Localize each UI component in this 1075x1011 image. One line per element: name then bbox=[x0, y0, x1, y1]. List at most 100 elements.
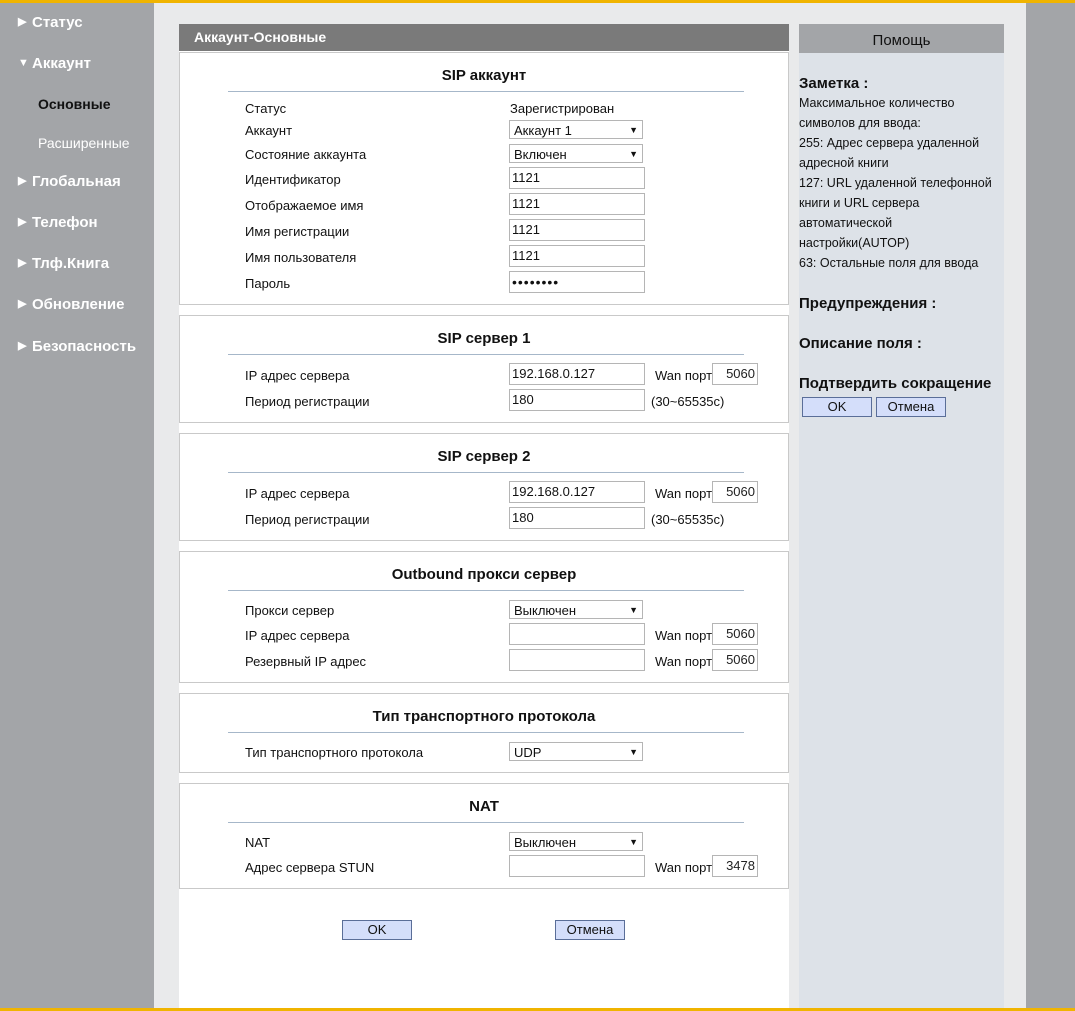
account-label: Аккаунт bbox=[245, 123, 293, 138]
server-ip-input[interactable]: 192.168.0.127 bbox=[509, 363, 645, 385]
register-period-label: Период регистрации bbox=[245, 512, 370, 527]
password-label: Пароль bbox=[245, 276, 291, 291]
sidebar-item-upgrade[interactable]: ▶ Обновление bbox=[18, 296, 124, 313]
sip-account-panel: SIP аккаунт Статус Зарегистрирован Аккау… bbox=[179, 52, 789, 305]
note-heading: Заметка : bbox=[799, 75, 869, 92]
divider bbox=[228, 91, 744, 92]
nat-label: NAT bbox=[245, 835, 271, 850]
sip-server-1-panel: SIP сервер 1 IP адрес сервера 192.168.0.… bbox=[179, 315, 789, 423]
wan-port-label: Wan порт bbox=[655, 486, 713, 501]
panel-title: SIP сервер 1 bbox=[437, 330, 531, 347]
triangle-right-icon: ▶ bbox=[18, 175, 27, 187]
wan-port-label: Wan порт bbox=[655, 860, 713, 875]
help-header: Помощь bbox=[799, 24, 1004, 53]
register-period-input[interactable]: 180 bbox=[509, 507, 645, 529]
sip-server-2-panel: SIP сервер 2 IP адрес сервера 192.168.0.… bbox=[179, 433, 789, 541]
divider bbox=[228, 590, 744, 591]
transport-type-select[interactable]: UDP ▼ bbox=[509, 742, 643, 761]
divider bbox=[228, 732, 744, 733]
warnings-heading: Предупреждения : bbox=[799, 295, 937, 312]
sidebar-item-account[interactable]: ▼ Аккаунт bbox=[18, 55, 91, 72]
divider bbox=[228, 822, 744, 823]
server-ip-label: IP адрес сервера bbox=[245, 368, 350, 383]
status-value: Зарегистрирован bbox=[510, 101, 615, 116]
range-hint: (30~65535c) bbox=[651, 512, 725, 527]
register-period-input[interactable]: 180 bbox=[509, 389, 645, 411]
help-title: Помощь bbox=[872, 32, 931, 49]
triangle-right-icon: ▶ bbox=[18, 216, 27, 228]
dropdown-arrow-icon: ▼ bbox=[629, 747, 638, 757]
sidebar-subitem-advanced[interactable]: Расширенные bbox=[38, 135, 130, 151]
register-name-label: Имя регистрации bbox=[245, 224, 350, 239]
panel-title: SIP сервер 2 bbox=[437, 448, 531, 465]
triangle-right-icon: ▶ bbox=[18, 298, 27, 310]
proxy-server-label: Прокси сервер bbox=[245, 603, 335, 618]
panel-title: Тип транспортного протокола bbox=[372, 708, 596, 725]
wan-port-input[interactable]: 5060 bbox=[712, 481, 758, 503]
triangle-right-icon: ▶ bbox=[18, 16, 27, 28]
sidebar-item-phonebook[interactable]: ▶ Тлф.Книга bbox=[18, 255, 109, 272]
display-name-label: Отображаемое имя bbox=[245, 198, 364, 213]
divider bbox=[228, 354, 744, 355]
wan-port-label: Wan порт bbox=[655, 628, 713, 643]
username-label: Имя пользователя bbox=[245, 250, 357, 265]
register-name-input[interactable]: 1121 bbox=[509, 219, 645, 241]
status-label: Статус bbox=[245, 101, 287, 116]
register-period-label: Период регистрации bbox=[245, 394, 370, 409]
cancel-button[interactable]: Отмена bbox=[555, 920, 625, 940]
stun-server-label: Адрес сервера STUN bbox=[245, 860, 375, 875]
note-text: Максимальное количество символов для вво… bbox=[799, 96, 992, 270]
backup-wan-port-input[interactable]: 5060 bbox=[712, 649, 758, 671]
password-input[interactable]: •••••••• bbox=[509, 271, 645, 293]
triangle-down-icon: ▼ bbox=[18, 57, 29, 69]
page-title-bar: Аккаунт-Основные bbox=[179, 24, 789, 51]
account-select[interactable]: Аккаунт 1 ▼ bbox=[509, 120, 643, 139]
server-ip-input[interactable]: 192.168.0.127 bbox=[509, 481, 645, 503]
nat-panel: NAT NAT Выключен ▼ Адрес сервера STUN Wan… bbox=[179, 783, 789, 889]
dropdown-arrow-icon: ▼ bbox=[629, 149, 638, 159]
identifier-input[interactable]: 1121 bbox=[509, 167, 645, 189]
help-ok-button[interactable]: OK bbox=[802, 397, 872, 417]
sidebar-item-phone[interactable]: ▶ Телефон bbox=[18, 214, 98, 231]
confirm-shortcut-heading: Подтвердить сокращение bbox=[799, 375, 992, 392]
backup-ip-label: Резервный IP адрес bbox=[245, 654, 367, 669]
sidebar-item-global[interactable]: ▶ Глобальная bbox=[18, 173, 121, 190]
panel-title: NAT bbox=[469, 798, 499, 815]
username-input[interactable]: 1121 bbox=[509, 245, 645, 267]
sidebar-item-security[interactable]: ▶ Безопасность bbox=[18, 338, 136, 355]
wan-port-input[interactable]: 3478 bbox=[712, 855, 758, 877]
backup-wan-port-label: Wan порт bbox=[655, 654, 713, 669]
range-hint: (30~65535c) bbox=[651, 394, 725, 409]
proxy-ip-label: IP адрес сервера bbox=[245, 628, 350, 643]
ok-button[interactable]: OK bbox=[342, 920, 412, 940]
account-state-label: Состояние аккаунта bbox=[245, 147, 367, 162]
field-description-heading: Описание поля : bbox=[799, 335, 922, 352]
wan-port-input[interactable]: 5060 bbox=[712, 623, 758, 645]
transport-type-label: Тип транспортного протокола bbox=[245, 745, 424, 760]
panel-title: Outbound прокси сервер bbox=[391, 566, 577, 583]
sidebar-subitem-basic[interactable]: Основные bbox=[38, 96, 111, 112]
transport-panel: Тип транспортного протокола Тип транспор… bbox=[179, 693, 789, 773]
account-state-select[interactable]: Включен ▼ bbox=[509, 144, 643, 163]
display-name-input[interactable]: 1121 bbox=[509, 193, 645, 215]
dropdown-arrow-icon: ▼ bbox=[629, 125, 638, 135]
dropdown-arrow-icon: ▼ bbox=[629, 605, 638, 615]
identifier-label: Идентификатор bbox=[245, 172, 341, 187]
stun-server-input[interactable] bbox=[509, 855, 645, 877]
proxy-server-select[interactable]: Выключен ▼ bbox=[509, 600, 643, 619]
sidebar: ▶ Статус ▼ Аккаунт Основные Расширенные ▶ Г… bbox=[0, 3, 153, 1008]
nat-select[interactable]: Выключен ▼ bbox=[509, 832, 643, 851]
wan-port-label: Wan порт bbox=[655, 368, 713, 383]
panel-title: SIP аккаунт bbox=[441, 67, 527, 84]
help-cancel-button[interactable]: Отмена bbox=[876, 397, 946, 417]
sidebar-item-status[interactable]: ▶ Статус bbox=[18, 14, 83, 31]
proxy-ip-input[interactable] bbox=[509, 623, 645, 645]
outbound-proxy-panel: Outbound прокси сервер Прокси сервер Вык… bbox=[179, 551, 789, 683]
page-title: Аккаунт-Основные bbox=[194, 29, 327, 45]
backup-ip-input[interactable] bbox=[509, 649, 645, 671]
triangle-right-icon: ▶ bbox=[18, 257, 27, 269]
wan-port-input[interactable]: 5060 bbox=[712, 363, 758, 385]
triangle-right-icon: ▶ bbox=[18, 340, 27, 352]
dropdown-arrow-icon: ▼ bbox=[629, 837, 638, 847]
divider bbox=[228, 472, 744, 473]
